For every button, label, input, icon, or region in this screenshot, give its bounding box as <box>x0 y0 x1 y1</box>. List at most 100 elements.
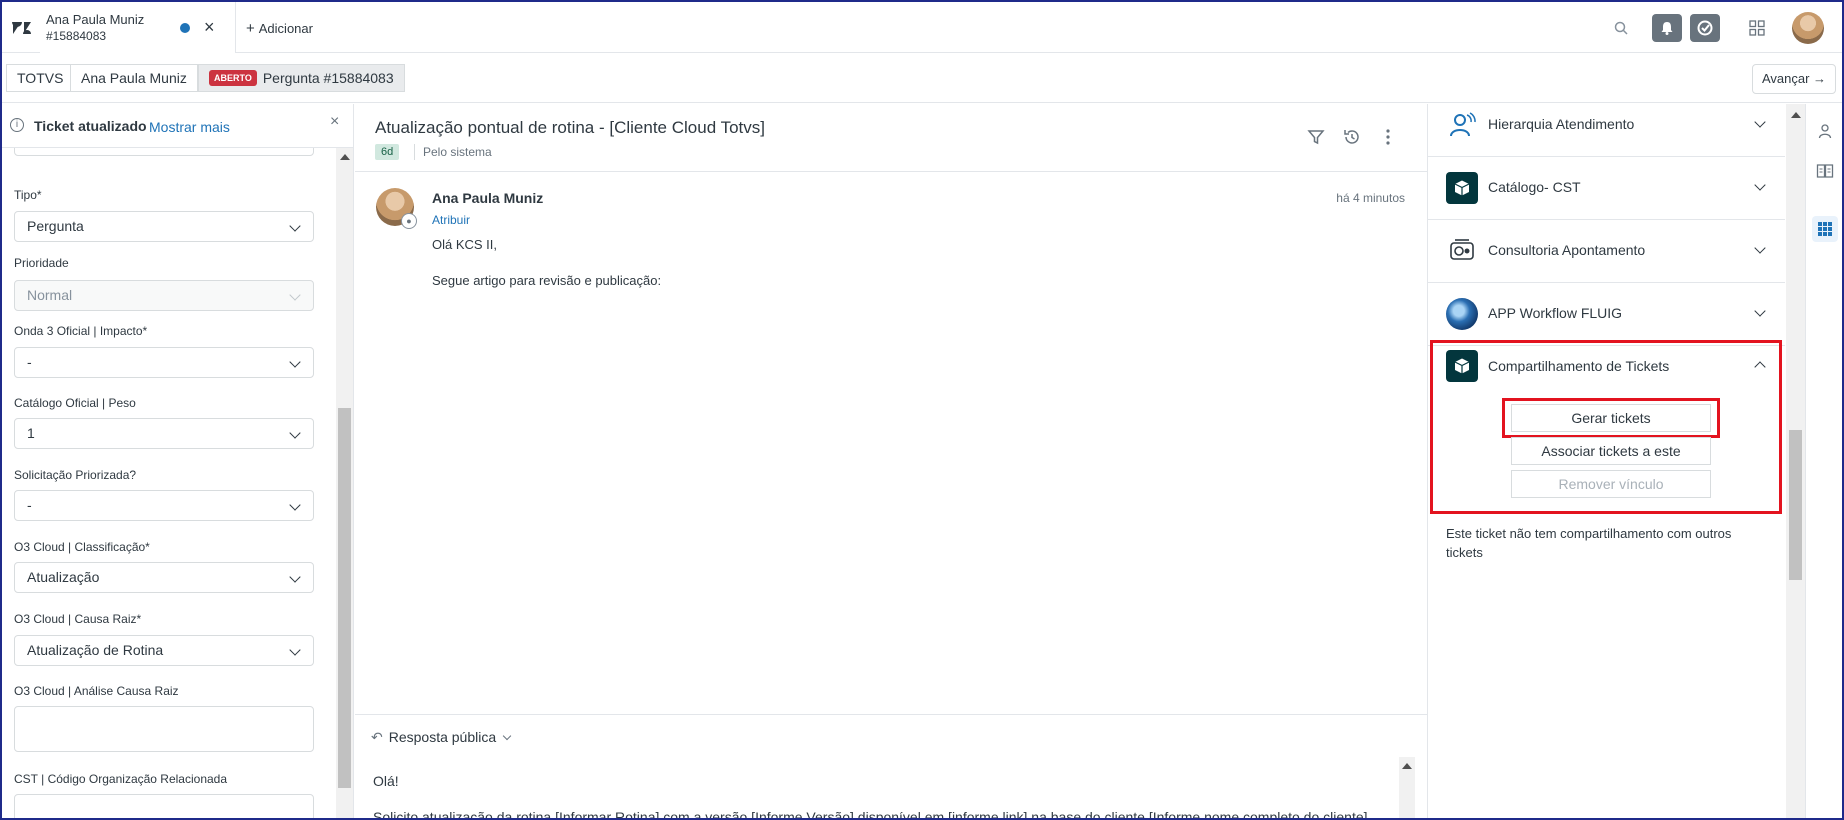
app-name: Consultoria Apontamento <box>1488 242 1646 258</box>
top-bar: Ana Paula Muniz #15884083 × + Adicionar <box>2 2 1842 53</box>
classification-select[interactable]: Atualização <box>14 562 314 593</box>
chevron-down-icon[interactable] <box>1754 305 1766 317</box>
app-hierarquia[interactable]: Hierarquia Atendimento <box>1428 104 1785 157</box>
impact-select[interactable]: - <box>14 347 314 378</box>
scroll-up-arrow-icon[interactable] <box>1402 763 1412 769</box>
unsaved-dot-icon <box>180 23 190 33</box>
advance-button[interactable]: Avançar → <box>1752 64 1836 94</box>
associate-tickets-button[interactable]: Associar tickets a este <box>1511 437 1711 465</box>
left-scrollbar[interactable] <box>336 148 353 818</box>
info-icon: i <box>10 118 24 132</box>
app-name: Compartilhamento de Tickets <box>1488 358 1670 374</box>
close-tab-icon[interactable]: × <box>204 17 215 38</box>
zendesk-logo-icon[interactable] <box>12 20 32 36</box>
conversation-panel: Atualização pontual de rotina - [Cliente… <box>355 104 1427 820</box>
generate-tickets-button[interactable]: Gerar tickets <box>1511 404 1711 432</box>
weight-select[interactable]: 1 <box>14 418 314 449</box>
app-consultoria[interactable]: Consultoria Apontamento <box>1428 220 1785 283</box>
filter-icon[interactable] <box>1305 126 1327 148</box>
product-grid-icon[interactable] <box>1742 14 1772 42</box>
message-author[interactable]: Ana Paula Muniz <box>432 190 543 206</box>
consulting-icon <box>1446 235 1478 267</box>
field-label-root-cause-analysis: O3 Cloud | Análise Causa Raiz <box>14 684 179 698</box>
status-badge: ABERTO <box>209 70 257 86</box>
app-workflow-fluig[interactable]: APP Workflow FLUIG <box>1428 283 1785 346</box>
agent-badge-icon: ● <box>401 213 417 229</box>
plus-icon: + <box>246 20 255 37</box>
chevron-down-icon <box>502 731 512 741</box>
assign-link[interactable]: Atribuir <box>432 213 470 227</box>
close-notice-icon[interactable]: × <box>330 113 339 131</box>
chevron-down-icon <box>289 427 301 439</box>
reply-textarea[interactable]: Olá! Solicito atualização da rotina [Inf… <box>373 763 1397 820</box>
breadcrumb-org[interactable]: TOTVS <box>6 64 75 92</box>
message-line-2: Segue artigo para revisão e publicação: <box>432 273 662 288</box>
root-cause-analysis-input[interactable] <box>14 706 314 752</box>
app-window: Ana Paula Muniz #15884083 × + Adicionar T… <box>0 0 1844 820</box>
tab-title: Ana Paula Muniz <box>46 12 145 27</box>
reply-line-1: Olá! <box>373 773 399 789</box>
show-more-link[interactable]: Mostrar mais <box>149 119 230 135</box>
prioritized-select[interactable]: - <box>14 490 314 521</box>
cube-icon <box>1446 172 1478 204</box>
fields-list: Tipo* Pergunta Prioridade Normal Onda 3 … <box>2 148 336 818</box>
reply-scrollbar[interactable] <box>1399 757 1415 818</box>
app-name: APP Workflow FLUIG <box>1488 305 1623 321</box>
user-avatar[interactable] <box>1792 12 1824 44</box>
chevron-down-icon[interactable] <box>1754 116 1766 128</box>
age-tag: 6d <box>375 144 400 160</box>
field-label-related-org: CST | Código Organização Relacionada <box>14 772 228 786</box>
notice-text: Ticket atualizado <box>34 118 147 134</box>
reply-type-dropdown[interactable]: ↶ Resposta pública <box>371 729 512 746</box>
apps-scrollbar[interactable] <box>1786 104 1805 818</box>
field-label-priority: Prioridade <box>14 256 69 270</box>
chevron-down-icon[interactable] <box>1754 242 1766 254</box>
scrollbar-thumb[interactable] <box>1789 430 1802 580</box>
chevron-up-icon[interactable] <box>1754 361 1766 373</box>
reply-line-2: Solicito atualização da rotina [Informar… <box>373 809 1368 820</box>
type-select[interactable]: Pergunta <box>14 211 314 242</box>
scroll-up-arrow-icon[interactable] <box>1791 112 1801 118</box>
field-label-weight: Catálogo Oficial | Peso <box>14 396 136 410</box>
chevron-down-icon <box>289 571 301 583</box>
ticket-sharing-app: Compartilhamento de Tickets Gerar ticket… <box>1430 340 1782 514</box>
reply-editor: ↶ Resposta pública Olá! Solicito atualiza… <box>355 714 1427 820</box>
conversation-header: Atualização pontual de rotina - [Cliente… <box>355 104 1427 172</box>
history-icon[interactable] <box>1341 126 1363 148</box>
previous-field[interactable] <box>14 148 314 156</box>
sharing-status-text: Este ticket não tem compartilhamento com… <box>1446 526 1732 560</box>
via-label: Pelo sistema <box>414 144 492 160</box>
notifications-bell-icon[interactable] <box>1652 14 1682 42</box>
search-icon[interactable] <box>1606 14 1636 42</box>
user-profile-icon[interactable] <box>1812 118 1838 144</box>
tab-ticket-number: #15884083 <box>46 29 107 43</box>
more-options-icon[interactable] <box>1377 126 1399 148</box>
ticket-subject: Atualização pontual de rotina - [Cliente… <box>375 118 765 137</box>
fluig-icon <box>1446 298 1478 330</box>
breadcrumb-user[interactable]: Ana Paula Muniz <box>70 64 198 92</box>
ticket-tab[interactable]: Ana Paula Muniz #15884083 × <box>40 2 236 53</box>
context-rail <box>1805 104 1842 818</box>
app-name: Catálogo- CST <box>1488 179 1581 195</box>
chevron-down-icon <box>289 289 301 301</box>
scrollbar-thumb[interactable] <box>338 408 351 788</box>
ticket-updated-notice: i Ticket atualizado Mostrar mais × <box>2 104 353 148</box>
breadcrumb-ticket[interactable]: ABERTO Pergunta #15884083 <box>198 64 405 92</box>
chevron-down-icon[interactable] <box>1754 179 1766 191</box>
field-label-type: Tipo* <box>14 188 42 202</box>
chevron-down-icon <box>289 499 301 511</box>
chevron-down-icon <box>289 356 301 368</box>
apps-grid-icon[interactable] <box>1812 216 1838 242</box>
chat-icon[interactable] <box>1690 14 1720 42</box>
knowledge-book-icon[interactable] <box>1812 158 1838 184</box>
hierarchy-icon <box>1446 109 1478 141</box>
related-org-input[interactable] <box>14 794 314 818</box>
app-catalogo-cst[interactable]: Catálogo- CST <box>1428 157 1785 220</box>
priority-select: Normal <box>14 280 314 311</box>
reply-arrow-icon: ↶ <box>371 729 383 745</box>
app-name: Hierarquia Atendimento <box>1488 116 1635 132</box>
field-label-prioritized: Solicitação Priorizada? <box>14 468 137 482</box>
root-cause-select[interactable]: Atualização de Rotina <box>14 635 314 666</box>
scroll-up-arrow-icon[interactable] <box>340 154 350 160</box>
add-tab-button[interactable]: + Adicionar <box>246 20 313 37</box>
